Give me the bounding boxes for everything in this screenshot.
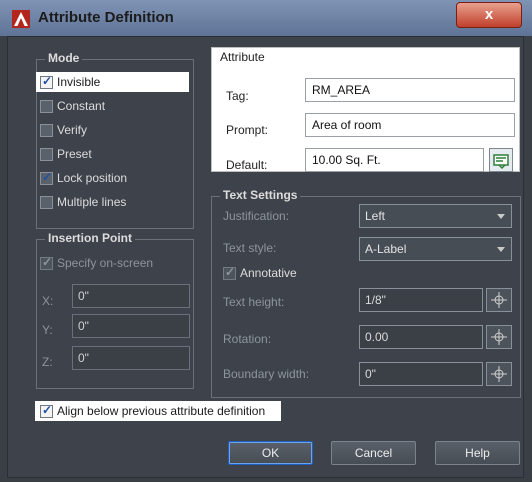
checkbox-box bbox=[40, 403, 53, 418]
y-input[interactable]: 0" bbox=[72, 314, 190, 338]
insert-field-button[interactable] bbox=[489, 148, 513, 172]
lock-position-checkbox[interactable]: Lock position bbox=[40, 168, 127, 188]
prompt-label: Prompt: bbox=[226, 123, 269, 137]
invisible-checkbox[interactable]: Invisible bbox=[36, 72, 189, 92]
annotative-checkbox[interactable]: Annotative bbox=[223, 263, 297, 283]
specify-on-screen-label: Specify on-screen bbox=[57, 256, 154, 270]
x-input[interactable]: 0" bbox=[72, 284, 190, 308]
boundary-width-input[interactable]: 0" bbox=[359, 362, 483, 386]
ok-button[interactable]: OK bbox=[228, 441, 313, 465]
text-height-input[interactable]: 1/8" bbox=[359, 288, 483, 312]
insert-field-icon bbox=[493, 154, 509, 170]
annotative-label: Annotative bbox=[240, 266, 297, 280]
z-label: Z: bbox=[42, 355, 53, 369]
autocad-logo-icon bbox=[12, 10, 30, 28]
dialog-body: Mode Invisible Constant Verify Preset Lo… bbox=[7, 36, 524, 478]
align-below-label: Align below previous attribute definitio… bbox=[57, 404, 266, 418]
x-label: X: bbox=[42, 294, 54, 308]
z-input[interactable]: 0" bbox=[72, 346, 190, 370]
default-input[interactable]: 10.00 Sq. Ft. bbox=[305, 148, 484, 172]
tag-input[interactable]: RM_AREA bbox=[305, 78, 515, 102]
verify-label: Verify bbox=[57, 123, 88, 137]
attribute-definition-dialog: Attribute Definition x Mode Invisible Co… bbox=[0, 0, 532, 482]
justification-select[interactable]: Left bbox=[359, 204, 512, 228]
cancel-button[interactable]: Cancel bbox=[331, 441, 416, 465]
multiple-lines-checkbox[interactable]: Multiple lines bbox=[40, 192, 126, 212]
checkbox-box bbox=[40, 147, 53, 161]
attribute-group-title: Attribute bbox=[220, 50, 265, 64]
crosshair-pick-icon bbox=[491, 366, 507, 382]
chevron-down-icon bbox=[497, 214, 505, 219]
crosshair-pick-icon bbox=[491, 292, 507, 308]
rotation-label: Rotation: bbox=[223, 332, 272, 346]
align-below-checkbox[interactable]: Align below previous attribute definitio… bbox=[35, 401, 281, 421]
rotation-input[interactable]: 0.00 bbox=[359, 325, 483, 349]
crosshair-pick-icon bbox=[491, 329, 507, 345]
constant-label: Constant bbox=[57, 99, 106, 113]
checkbox-box bbox=[40, 123, 53, 137]
specify-on-screen-checkbox[interactable]: Specify on-screen bbox=[40, 253, 153, 273]
window-title: Attribute Definition bbox=[38, 9, 174, 26]
title-bar[interactable]: Attribute Definition x bbox=[0, 0, 532, 36]
preset-checkbox[interactable]: Preset bbox=[40, 144, 92, 164]
checkbox-box bbox=[40, 195, 53, 209]
boundary-width-label: Boundary width: bbox=[223, 367, 310, 381]
text-settings-group-title: Text Settings bbox=[220, 188, 301, 202]
justification-value: Left bbox=[365, 209, 386, 223]
tag-label: Tag: bbox=[226, 89, 249, 103]
justification-label: Justification: bbox=[223, 209, 290, 223]
constant-checkbox[interactable]: Constant bbox=[40, 96, 105, 116]
preset-label: Preset bbox=[57, 147, 92, 161]
text-style-value: A-Label bbox=[365, 242, 407, 256]
checkbox-box bbox=[40, 74, 53, 89]
lock-position-label: Lock position bbox=[57, 171, 128, 185]
checkbox-box bbox=[40, 99, 53, 113]
help-button[interactable]: Help bbox=[435, 441, 520, 465]
close-button[interactable]: x bbox=[456, 2, 522, 28]
invisible-label: Invisible bbox=[57, 75, 101, 89]
prompt-input[interactable]: Area of room bbox=[305, 113, 515, 137]
verify-checkbox[interactable]: Verify bbox=[40, 120, 87, 140]
text-style-select[interactable]: A-Label bbox=[359, 237, 512, 261]
text-height-label: Text height: bbox=[223, 295, 285, 309]
attribute-group: Attribute Tag: RM_AREA Prompt: Area of r… bbox=[211, 47, 520, 172]
checkbox-box bbox=[40, 170, 53, 185]
insertion-point-group-title: Insertion Point bbox=[45, 231, 135, 245]
chevron-down-icon bbox=[497, 247, 505, 252]
text-height-pick-button[interactable] bbox=[486, 288, 512, 312]
checkbox-box bbox=[223, 265, 236, 280]
checkbox-box bbox=[40, 255, 53, 270]
boundary-width-pick-button[interactable] bbox=[486, 362, 512, 386]
multiple-lines-label: Multiple lines bbox=[57, 195, 127, 209]
rotation-pick-button[interactable] bbox=[486, 325, 512, 349]
default-label: Default: bbox=[226, 158, 268, 172]
mode-group-title: Mode bbox=[45, 51, 83, 65]
text-style-label: Text style: bbox=[223, 241, 277, 255]
y-label: Y: bbox=[42, 323, 53, 337]
